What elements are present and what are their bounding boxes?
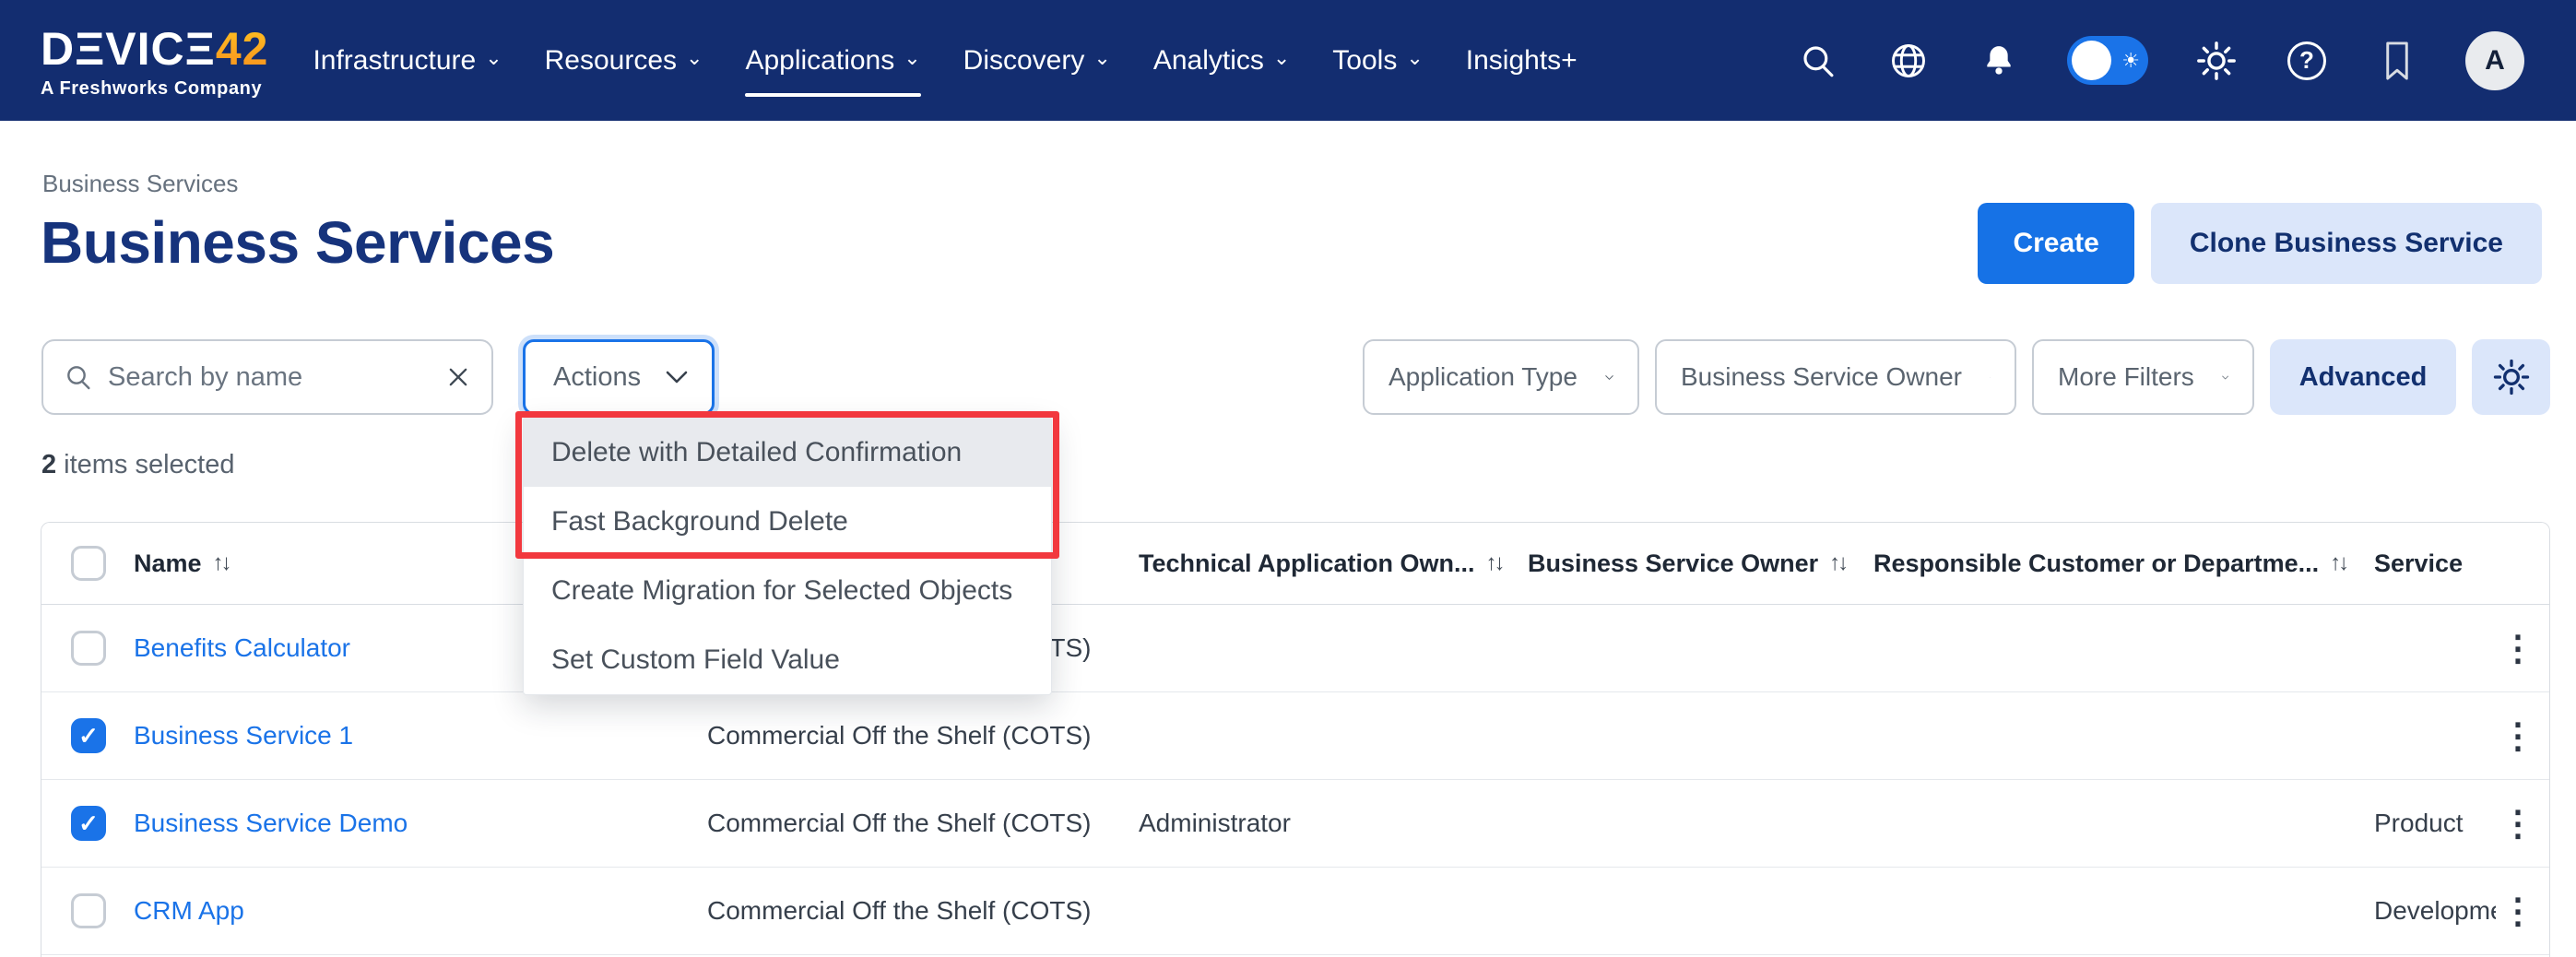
globe-icon[interactable] xyxy=(1886,39,1931,83)
row-checkbox[interactable] xyxy=(71,893,106,928)
search-box xyxy=(41,339,493,415)
row-actions-kebab-icon[interactable] xyxy=(2496,891,2540,932)
menu-resources[interactable]: Resources⌄ xyxy=(545,32,703,89)
table-settings-button[interactable] xyxy=(2472,339,2550,415)
menu-tools[interactable]: Tools⌄ xyxy=(1332,32,1423,89)
row-checkbox[interactable] xyxy=(71,718,106,753)
chevron-down-icon xyxy=(2222,372,2228,384)
menu-item-create-migration[interactable]: Create Migration for Selected Objects xyxy=(524,556,1051,625)
chevron-down-icon: ⌄ xyxy=(485,48,502,68)
row-technical-owner: Administrator xyxy=(1139,809,1528,838)
menu-discovery[interactable]: Discovery⌄ xyxy=(963,32,1111,89)
logo-42: 42 xyxy=(216,23,269,75)
nav-utility-icons: A xyxy=(1796,31,2524,90)
menu-analytics[interactable]: Analytics⌄ xyxy=(1153,32,1290,89)
gear-icon[interactable] xyxy=(2194,39,2239,83)
menu-item-fast-background-delete[interactable]: Fast Background Delete xyxy=(524,487,1051,556)
advanced-button[interactable]: Advanced xyxy=(2270,339,2456,415)
row-checkbox[interactable] xyxy=(71,631,106,666)
row-name-link[interactable]: Business Service 1 xyxy=(134,721,353,750)
column-header-responsible-customer[interactable]: Responsible Customer or Departme... xyxy=(1873,549,2367,578)
filter-bar: Application Type Business Service Owner … xyxy=(1363,339,2550,415)
column-header-service[interactable]: Service xyxy=(2367,549,2496,578)
chevron-down-icon: ⌄ xyxy=(904,48,920,68)
help-icon[interactable] xyxy=(2285,39,2329,83)
column-header-business-service-owner[interactable]: Business Service Owner xyxy=(1528,549,1873,578)
theme-toggle[interactable] xyxy=(2067,36,2148,85)
row-actions-kebab-icon[interactable] xyxy=(2496,803,2540,845)
clear-search-icon[interactable] xyxy=(445,364,471,390)
chevron-down-icon: ⌄ xyxy=(1406,48,1423,68)
actions-dropdown-menu: Delete with Detailed Confirmation Fast B… xyxy=(523,417,1052,695)
row-service: Development xyxy=(2367,896,2496,926)
sort-icon[interactable] xyxy=(1486,550,1503,576)
sort-icon[interactable] xyxy=(2330,550,2346,576)
row-name-link[interactable]: CRM App xyxy=(134,896,244,925)
bell-icon[interactable] xyxy=(1977,39,2021,83)
logo-device: DΞVICΞ xyxy=(41,23,216,75)
menu-applications[interactable]: Applications⌄ xyxy=(745,32,920,89)
table-row: Business Service 1 Commercial Off the Sh… xyxy=(41,692,2549,780)
table-row: CRM App Commercial Off the Shelf (COTS) … xyxy=(41,868,2549,955)
top-navigation-bar: DΞVICΞ42 A Freshworks Company Infrastruc… xyxy=(0,0,2576,121)
search-icon[interactable] xyxy=(1796,39,1840,83)
logo-wordmark: DΞVICΞ42 xyxy=(41,26,268,72)
chevron-down-icon: ⌄ xyxy=(686,48,703,68)
sort-icon[interactable] xyxy=(213,550,230,576)
page-title: Business Services xyxy=(41,208,554,277)
menu-item-set-custom-field-value[interactable]: Set Custom Field Value xyxy=(524,625,1051,694)
chevron-down-icon xyxy=(666,371,688,384)
chevron-down-icon: ⌄ xyxy=(1093,48,1110,68)
main-menu: Infrastructure⌄ Resources⌄ Applications⌄… xyxy=(313,32,1577,89)
business-services-page: DΞVICΞ42 A Freshworks Company Infrastruc… xyxy=(0,0,2576,957)
toggle-knob xyxy=(2072,41,2111,80)
table-row: Benefits Calculator Commercial Off the S… xyxy=(41,605,2549,692)
avatar-initial: A xyxy=(2485,45,2505,77)
create-button[interactable]: Create xyxy=(1978,203,2133,284)
chevron-down-icon xyxy=(1990,372,1991,384)
search-input[interactable] xyxy=(108,362,442,393)
row-checkbox[interactable] xyxy=(71,806,106,841)
application-type-filter[interactable]: Application Type xyxy=(1363,339,1639,415)
row-actions-kebab-icon[interactable] xyxy=(2496,628,2540,669)
business-service-owner-filter[interactable]: Business Service Owner xyxy=(1655,339,2016,415)
row-type: Commercial Off the Shelf (COTS) xyxy=(707,809,1139,838)
chevron-down-icon xyxy=(1605,372,1613,384)
breadcrumb[interactable]: Business Services xyxy=(42,170,238,198)
row-actions-kebab-icon[interactable] xyxy=(2496,715,2540,757)
actions-dropdown-button[interactable]: Actions xyxy=(523,339,715,415)
business-services-table: Name Technical Application Own... Busine… xyxy=(41,522,2550,957)
row-name-link[interactable]: Business Service Demo xyxy=(134,809,408,837)
bookmark-icon[interactable] xyxy=(2375,39,2419,83)
menu-infrastructure[interactable]: Infrastructure⌄ xyxy=(313,32,502,89)
logo-tagline: A Freshworks Company xyxy=(41,78,268,100)
menu-item-delete-with-detailed-confirmation[interactable]: Delete with Detailed Confirmation xyxy=(524,418,1051,487)
sun-icon xyxy=(2121,51,2140,71)
row-name-link[interactable]: Benefits Calculator xyxy=(134,633,350,662)
header-buttons: Create Clone Business Service xyxy=(1978,203,2542,284)
selection-count: 2items selected xyxy=(41,450,235,480)
select-all-checkbox[interactable] xyxy=(71,546,106,581)
search-icon xyxy=(64,362,93,392)
row-type: Commercial Off the Shelf (COTS) xyxy=(707,896,1139,926)
row-service: Product xyxy=(2367,809,2496,838)
menu-insights[interactable]: Insights+ xyxy=(1466,32,1578,89)
clone-business-service-button[interactable]: Clone Business Service xyxy=(2151,203,2542,284)
sort-icon[interactable] xyxy=(1829,550,1846,576)
avatar[interactable]: A xyxy=(2465,31,2524,90)
column-header-technical-owner[interactable]: Technical Application Own... xyxy=(1139,549,1528,578)
chevron-down-icon: ⌄ xyxy=(1273,48,1290,68)
gear-icon xyxy=(2492,358,2531,396)
table-row: Business Service Demo Commercial Off the… xyxy=(41,780,2549,868)
more-filters-button[interactable]: More Filters xyxy=(2032,339,2254,415)
row-type: Commercial Off the Shelf (COTS) xyxy=(707,721,1139,750)
table-header-row: Name Technical Application Own... Busine… xyxy=(41,523,2549,605)
device42-logo[interactable]: DΞVICΞ42 A Freshworks Company xyxy=(41,26,268,100)
